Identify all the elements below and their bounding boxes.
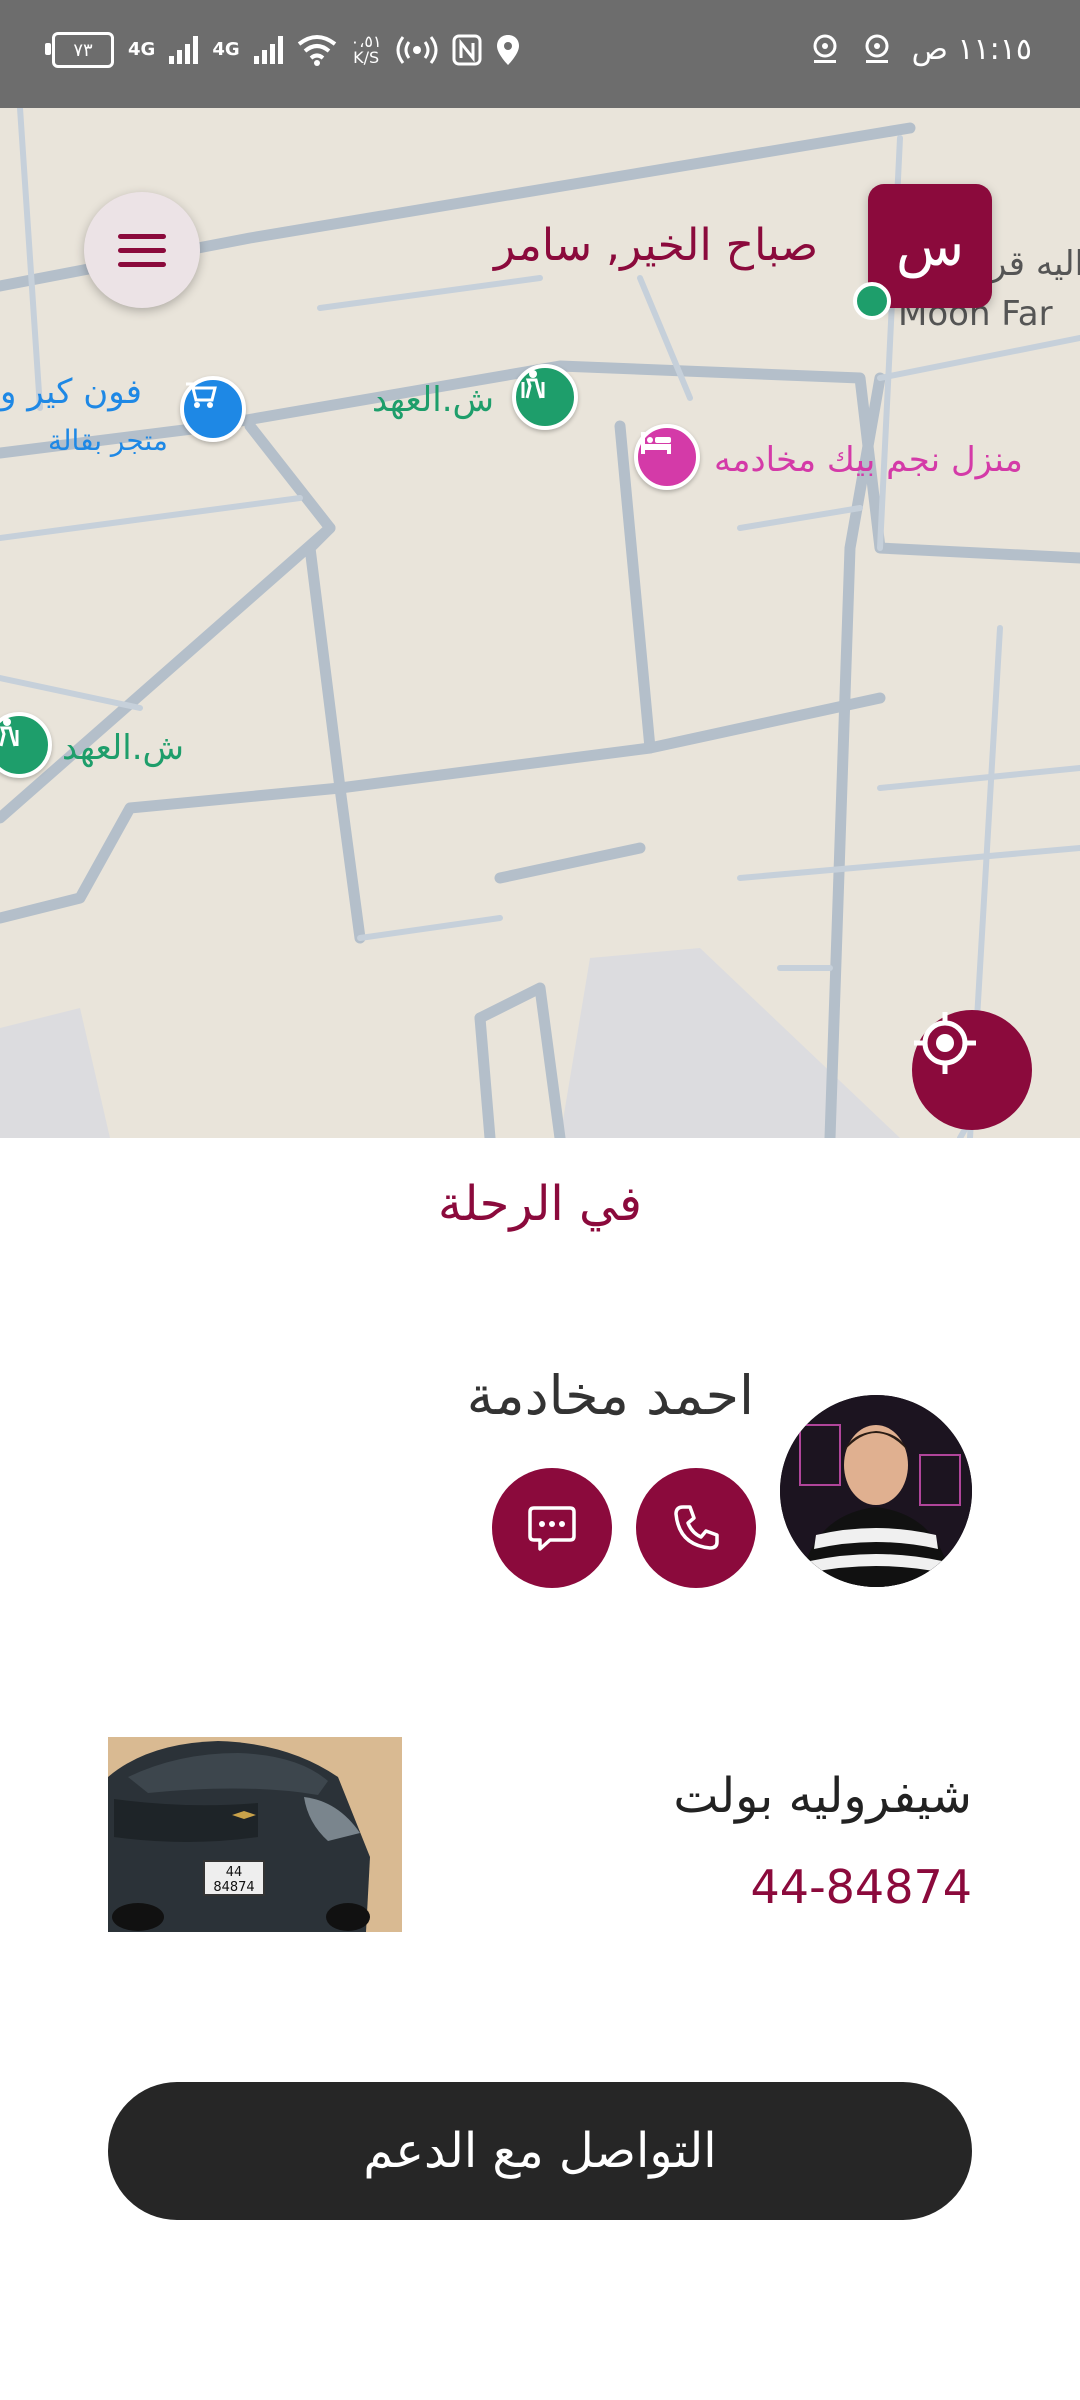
network-type-2: 4G [212, 39, 240, 60]
battery-icon: ٧٣ [45, 32, 114, 68]
greeting-text: صباح الخير, سامر [494, 220, 819, 271]
car-photo: 44 84874 [108, 1737, 402, 1932]
menu-button[interactable] [84, 192, 200, 308]
license-plate-line-2: 84874 [213, 1880, 254, 1895]
poi-sublabel: متجر بقالة [48, 424, 168, 457]
location-icon [496, 35, 519, 65]
status-bar: ٧٣ 4G 4G ٠،٥١ K/S ١١:١٥ ص [0, 0, 1080, 108]
network-type-1: 4G [128, 39, 156, 60]
driver-name: احمد مخادمة [466, 1364, 754, 1427]
wifi-icon [297, 35, 336, 66]
poi-cart-icon[interactable] [180, 376, 246, 442]
poi-label[interactable]: ش.العهد [372, 380, 494, 420]
status-left: ٧٣ 4G 4G ٠،٥١ K/S [45, 32, 520, 68]
call-button[interactable] [636, 1468, 756, 1588]
car-plate-number: 44-84874 [750, 1860, 972, 1914]
car-model: شيفروليه بولت [673, 1768, 972, 1824]
battery-level: ٧٣ [73, 39, 93, 61]
signal-icon-2 [253, 36, 283, 64]
poi-label[interactable]: ش.العهد [62, 728, 184, 768]
poi-label[interactable]: منزل نجم بيك مخادمه [714, 440, 1023, 480]
app-notification-icon-2 [865, 34, 889, 63]
chat-bubble-icon [528, 1506, 576, 1551]
map-partial-label-1: اليه قر [990, 244, 1080, 284]
network-speed-unit: K/S [353, 48, 380, 67]
crosshair-icon [914, 1012, 976, 1074]
nfc-icon [452, 34, 482, 66]
poi-label[interactable]: فون كير و [0, 372, 142, 412]
contact-support-button[interactable]: التواصل مع الدعم [108, 2082, 972, 2220]
hotspot-icon [396, 36, 438, 64]
poi-bed-icon[interactable] [634, 424, 700, 490]
network-speed: ٠،٥١ K/S [351, 34, 382, 66]
signal-icon-1 [169, 36, 199, 64]
clock: ١١:١٥ ص [911, 32, 1032, 67]
my-location-button[interactable] [912, 1010, 1032, 1130]
app-notification-icon-1 [813, 34, 837, 63]
user-location-dot [853, 282, 891, 320]
chat-button[interactable] [492, 1468, 612, 1588]
driver-photo [780, 1395, 972, 1587]
poi-hiking-icon[interactable] [512, 364, 578, 430]
map-view[interactable]: صباح الخير, سامر اليه قر Moon Far س ش.ال… [0, 108, 1080, 1138]
license-plate-line-1: 44 [226, 1865, 243, 1880]
trip-status: في الرحلة [438, 1176, 642, 1232]
phone-icon [674, 1505, 719, 1550]
status-right: ١١:١٥ ص [808, 32, 1032, 67]
